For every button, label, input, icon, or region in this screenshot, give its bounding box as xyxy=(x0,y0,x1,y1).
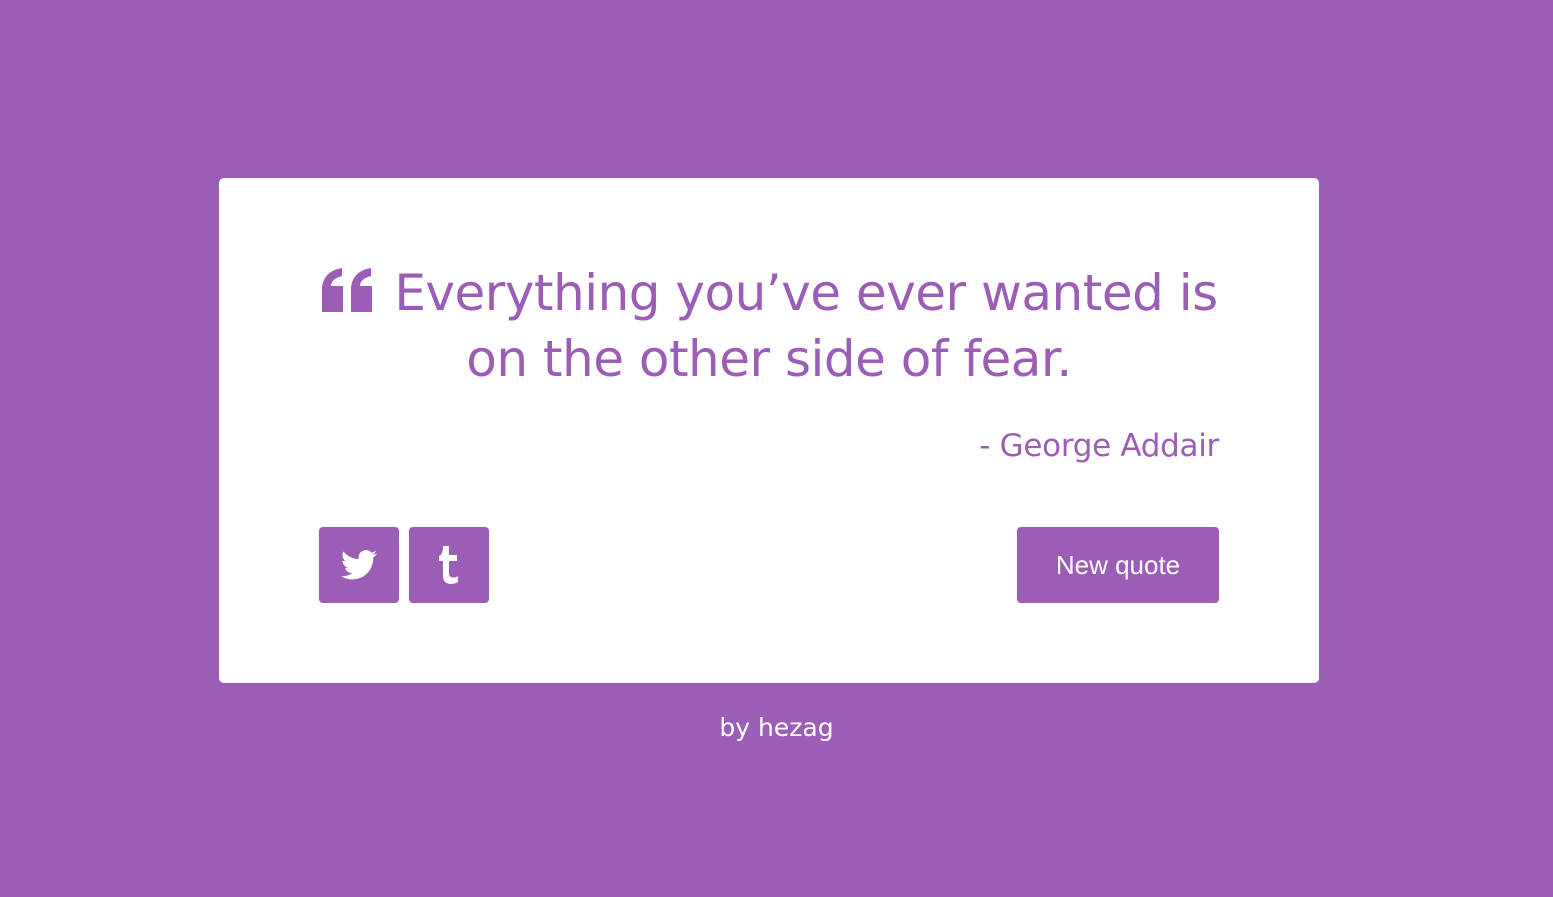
quote-card: Everything you’ve ever wanted is on the … xyxy=(219,178,1319,683)
author-link[interactable]: hezag xyxy=(758,713,834,742)
footer-prefix: by xyxy=(719,713,759,742)
twitter-icon xyxy=(341,550,377,580)
quote-left-icon xyxy=(320,268,374,312)
quote-text: Everything you’ve ever wanted is on the … xyxy=(394,264,1218,388)
tweet-button[interactable] xyxy=(319,527,399,603)
quote-text-block: Everything you’ve ever wanted is on the … xyxy=(319,260,1219,392)
tumblr-icon xyxy=(438,546,460,584)
new-quote-button[interactable]: New quote xyxy=(1017,527,1219,603)
tumblr-share-button[interactable] xyxy=(409,527,489,603)
footer-credit: by hezag xyxy=(0,711,1553,745)
quote-author: - George Addair xyxy=(979,428,1219,464)
